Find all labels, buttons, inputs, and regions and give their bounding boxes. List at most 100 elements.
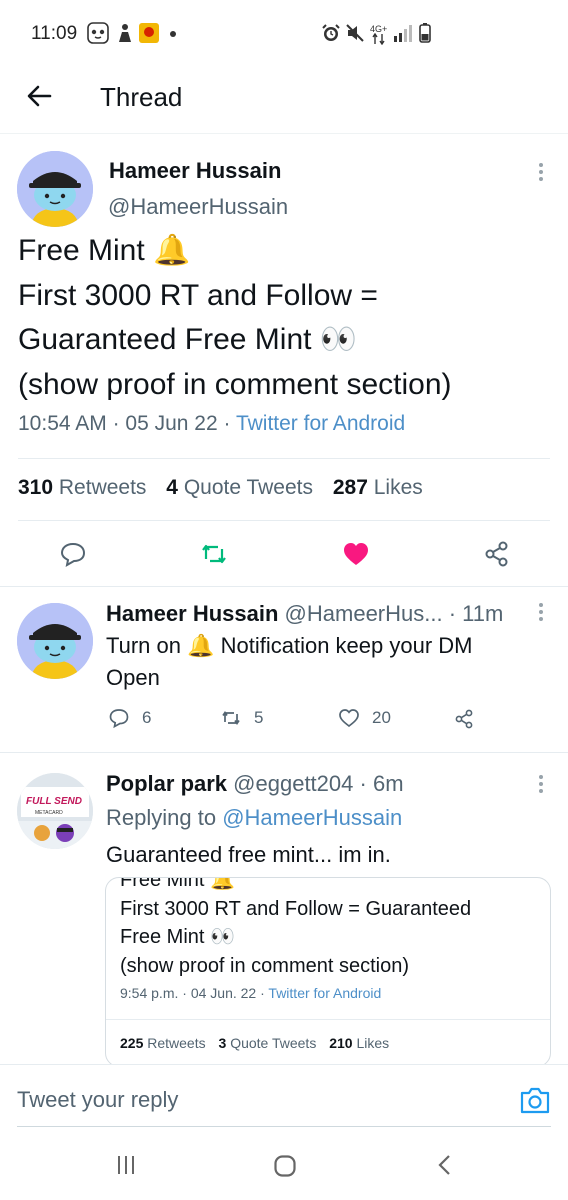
- avatar[interactable]: [17, 151, 93, 227]
- reply-header: Poplar park @eggett204 · 6m: [106, 771, 404, 797]
- more-options-icon[interactable]: [538, 163, 544, 185]
- quotes-label: Quote Tweets: [183, 476, 314, 499]
- back-arrow-icon[interactable]: [24, 80, 56, 112]
- panda-app-icon: [87, 22, 109, 44]
- author-name[interactable]: Hameer Hussain: [109, 158, 281, 184]
- divider: [18, 458, 550, 459]
- retweet-icon: [222, 710, 240, 726]
- like-icon[interactable]: [341, 539, 371, 569]
- reply-text: Guaranteed free mint... im in.: [106, 842, 391, 867]
- camera-icon[interactable]: [519, 1085, 551, 1115]
- tweet-time: 10:54 AM: [18, 412, 107, 435]
- quoted-text-line1: Free Mint 🔔: [120, 877, 235, 891]
- person-app-icon: [119, 24, 131, 42]
- data-arrows-icon: [372, 33, 385, 45]
- quoted-text-line3: Free Mint 👀: [120, 926, 235, 948]
- reply-header: Hameer Hussain @HameerHus... · 11m: [106, 601, 503, 627]
- tweet-text-line2: First 3000 RT and Follow =: [18, 278, 378, 312]
- reply-icon: [109, 709, 129, 729]
- share-icon[interactable]: [453, 708, 475, 730]
- quoted-text-line2: First 3000 RT and Follow = Guaranteed: [120, 897, 472, 920]
- quoted-tweet-stats: 225 Retweets 3 Quote Tweets 210 Likes: [120, 1035, 398, 1051]
- likes-count: 287: [332, 476, 368, 499]
- avatar-subtext: METACARD: [35, 810, 63, 816]
- quoted-source: Twitter for Android: [268, 985, 382, 1001]
- more-options-icon[interactable]: [538, 603, 544, 625]
- quoted-text-line4: (show proof in comment section): [120, 954, 410, 977]
- more-options-icon[interactable]: [538, 775, 544, 797]
- mute-icon: [346, 24, 364, 42]
- quoted-quotes-label: Quote Tweets: [230, 1035, 317, 1051]
- retweets-count: 310: [18, 476, 54, 499]
- retweets-stat[interactable]: 310 Retweets: [18, 476, 146, 499]
- cat-avatar-illustration: [17, 603, 93, 679]
- reply-author-handle[interactable]: @HameerHus...: [285, 601, 443, 626]
- tweet-source[interactable]: Twitter for Android: [236, 412, 405, 435]
- avatar[interactable]: FULL SEND METACARD: [17, 773, 93, 849]
- reply-author-name[interactable]: Poplar park: [106, 771, 227, 796]
- reply-author-name[interactable]: Hameer Hussain: [106, 601, 278, 626]
- quoted-tweet-text: Free Mint 🔔 First 3000 RT and Follow = G…: [120, 877, 540, 980]
- avatar[interactable]: [17, 603, 93, 679]
- tweet-text-line3: Guaranteed Free Mint 👀: [18, 323, 358, 356]
- replying-to-label: Replying to: [106, 805, 217, 830]
- quoted-date: 04 Jun. 22: [190, 985, 257, 1001]
- retweet-icon[interactable]: [199, 539, 229, 569]
- back-nav-icon[interactable]: [434, 1154, 456, 1176]
- reply-icon[interactable]: [58, 539, 88, 569]
- more-notifications-dot: [170, 31, 176, 37]
- reply-count-value: 6: [142, 708, 152, 727]
- reply-input-underline: [17, 1126, 551, 1127]
- mcdonalds-app-icon: [139, 23, 159, 43]
- quoted-tweet[interactable]: Free Mint 🔔 First 3000 RT and Follow = G…: [105, 877, 551, 1067]
- divider: [0, 586, 568, 587]
- reply-text: Turn on 🔔 Notification keep your DM Open: [106, 630, 546, 694]
- like-count[interactable]: 20: [338, 707, 391, 729]
- tweet-date: 05 Jun 22: [125, 412, 218, 435]
- battery-icon: [419, 23, 431, 43]
- reply-composer: Tweet your reply: [0, 1064, 568, 1130]
- tweet-text: Free Mint 🔔 First 3000 RT and Follow = G…: [18, 229, 558, 407]
- tweet-text-line1: Free Mint 🔔: [18, 234, 191, 267]
- tweet-meta: 10:54 AM · 05 Jun 22 · Twitter for Andro…: [18, 412, 406, 435]
- metacard-avatar-illustration: FULL SEND METACARD: [17, 773, 93, 849]
- quoted-quotes-count: 3: [218, 1035, 227, 1051]
- alarm-icon: [322, 24, 340, 41]
- retweet-count[interactable]: 5: [220, 707, 263, 729]
- author-handle[interactable]: @HameerHussain: [108, 194, 288, 220]
- quotes-count: 4: [166, 476, 178, 499]
- home-icon[interactable]: [273, 1154, 297, 1178]
- reply-count[interactable]: 6: [108, 707, 151, 729]
- divider: [106, 1019, 550, 1020]
- share-icon[interactable]: [482, 539, 512, 569]
- cat-avatar-illustration: [17, 151, 93, 227]
- reply-age: · 6m: [359, 771, 404, 796]
- recent-apps-icon[interactable]: [115, 1154, 137, 1176]
- tweet-stats: 310 Retweets 4 Quote Tweets 287 Likes: [18, 476, 437, 500]
- likes-stat[interactable]: 287 Likes: [333, 476, 423, 499]
- reply-text-line1: Turn on 🔔 Notification keep your DM: [106, 633, 473, 658]
- divider: [0, 752, 568, 753]
- likes-label: Likes: [373, 476, 423, 499]
- top-header: Thread: [0, 66, 568, 134]
- quotes-stat[interactable]: 4 Quote Tweets: [166, 476, 313, 499]
- like-icon: [339, 709, 359, 728]
- retweets-label: Retweets: [58, 476, 147, 499]
- page-title: Thread: [100, 82, 183, 112]
- quoted-retweets-count: 225: [120, 1035, 144, 1051]
- reply-input[interactable]: Tweet your reply: [17, 1087, 178, 1113]
- quoted-time: 9:54 p.m.: [120, 985, 179, 1001]
- quoted-retweets-label: Retweets: [147, 1035, 206, 1051]
- replying-to-handle[interactable]: @HameerHussain: [222, 805, 402, 830]
- reply-author-handle[interactable]: @eggett204: [233, 771, 353, 796]
- quoted-likes-count: 210: [329, 1035, 353, 1051]
- retweet-count-value: 5: [254, 708, 264, 727]
- status-time: 11:09: [31, 23, 78, 44]
- quoted-likes-label: Likes: [356, 1035, 390, 1051]
- reply-age: · 11m: [448, 601, 504, 626]
- status-bar: 11:09 4G+: [0, 0, 568, 66]
- system-navigation-bar: [0, 1130, 568, 1200]
- tweet-text-line4: (show proof in comment section): [18, 367, 452, 401]
- divider: [18, 520, 550, 521]
- signal-icon: [394, 25, 412, 42]
